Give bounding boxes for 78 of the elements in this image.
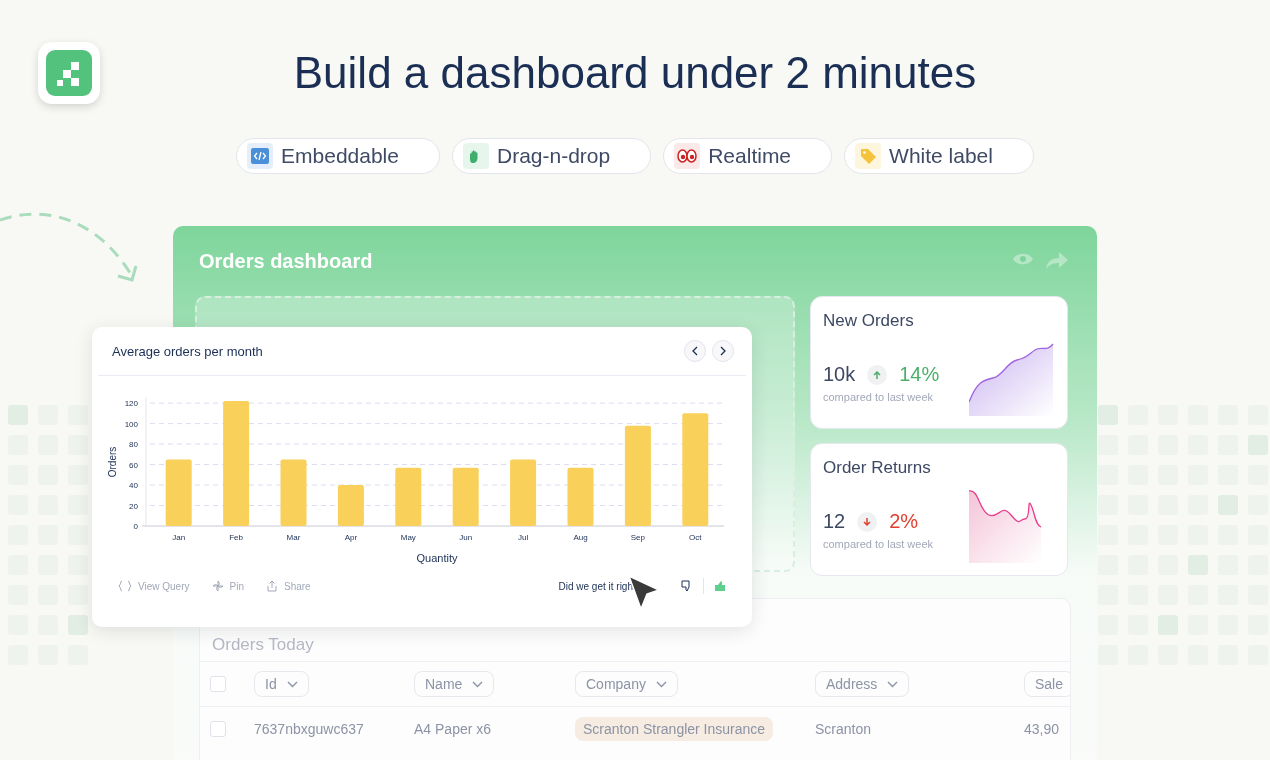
x-tick-label: Jun [459, 533, 473, 542]
action-button[interactable]: Pin [211, 580, 244, 592]
previous-button[interactable] [684, 340, 706, 362]
bar [567, 467, 594, 526]
share-icon [265, 580, 278, 592]
action-button[interactable]: Share [265, 580, 311, 592]
x-tick-label: Jan [172, 533, 186, 542]
bar [165, 459, 192, 526]
table-cell-text: 43,90 [1024, 721, 1061, 737]
next-button[interactable] [712, 340, 734, 362]
bar [452, 467, 479, 526]
braces-icon [118, 580, 132, 592]
x-tick-label: Mar [286, 533, 301, 542]
dashboard-title: Orders dashboard [199, 249, 373, 273]
x-tick-label: Oct [689, 533, 702, 542]
chart-title: Average orders per month [112, 343, 263, 359]
action-button[interactable]: View Query [118, 580, 190, 592]
forward-arrow-icon[interactable] [1046, 252, 1068, 270]
app-logo [38, 42, 100, 104]
eyes-icon [677, 149, 698, 163]
feature-pill: White label [844, 138, 1034, 174]
chevron-down-icon [286, 680, 298, 688]
tag-icon [859, 147, 878, 165]
x-tick-label: Jul [518, 533, 529, 542]
chevron-left-icon [691, 346, 699, 356]
stat-value: 12 [823, 510, 846, 533]
bar [395, 467, 422, 526]
y-tick-label: 40 [129, 481, 138, 491]
y-tick-label: 80 [129, 440, 138, 450]
x-tick-label: Aug [573, 533, 588, 542]
thumbs-down-button[interactable] [681, 580, 693, 592]
y-tick-label: 100 [124, 419, 138, 429]
checkbox[interactable] [210, 721, 226, 737]
y-axis-title: Orders [107, 446, 118, 478]
chevron-down-icon [472, 680, 484, 688]
bar [510, 459, 537, 526]
column-header[interactable]: Name [414, 671, 495, 697]
arrow-up-icon [867, 364, 888, 385]
y-tick-label: 0 [133, 522, 138, 531]
column-header[interactable]: Company [575, 671, 678, 697]
eye-icon[interactable] [1012, 252, 1034, 266]
stat-note: compared to last week [823, 391, 935, 403]
column-header[interactable]: Id [254, 671, 309, 697]
x-tick-label: May [400, 533, 416, 542]
x-axis-title: Quantity [416, 552, 458, 564]
code-icon [251, 148, 270, 164]
checkbox[interactable] [210, 676, 226, 692]
stat-note: compared to last week [823, 538, 935, 550]
column-header[interactable]: Address [815, 671, 910, 697]
change-percent: 2% [889, 510, 919, 533]
bar [280, 459, 307, 526]
headline: Build a dashboard under 2 minutes [292, 48, 978, 98]
y-tick-label: 120 [124, 399, 138, 409]
pinwheel-icon [211, 580, 224, 592]
feature-pill: Embeddable [236, 138, 440, 174]
bar [337, 485, 364, 526]
feature-pill: Realtime [663, 138, 833, 174]
company-tag: Scranton Strangler Insurance [575, 717, 774, 741]
table-title: Orders Today [211, 634, 315, 656]
x-tick-label: Sep [630, 533, 645, 542]
y-tick-label: 20 [129, 501, 138, 511]
table-cell-text: A4 Paper x6 [414, 721, 493, 737]
thumbs-up-button[interactable] [714, 580, 726, 592]
chevron-down-icon [887, 680, 899, 688]
arrow-down-icon [857, 511, 878, 532]
chevron-right-icon [719, 346, 727, 356]
x-tick-label: Apr [344, 533, 358, 542]
x-tick-label: Feb [229, 533, 243, 542]
stat-title: New Orders [823, 311, 915, 331]
chevron-down-icon [655, 680, 667, 688]
table-cell-text: Scranton [815, 721, 873, 737]
change-percent: 14% [899, 363, 940, 386]
table-cell-text: 7637nbxguwc637 [254, 721, 365, 737]
y-tick-label: 60 [129, 460, 138, 470]
feedback-question: Did we get it righ [558, 580, 633, 592]
stat-value: 10k [823, 363, 856, 386]
feature-pill: Drag-n-drop [451, 138, 652, 174]
stat-title: Order Returns [823, 458, 932, 478]
